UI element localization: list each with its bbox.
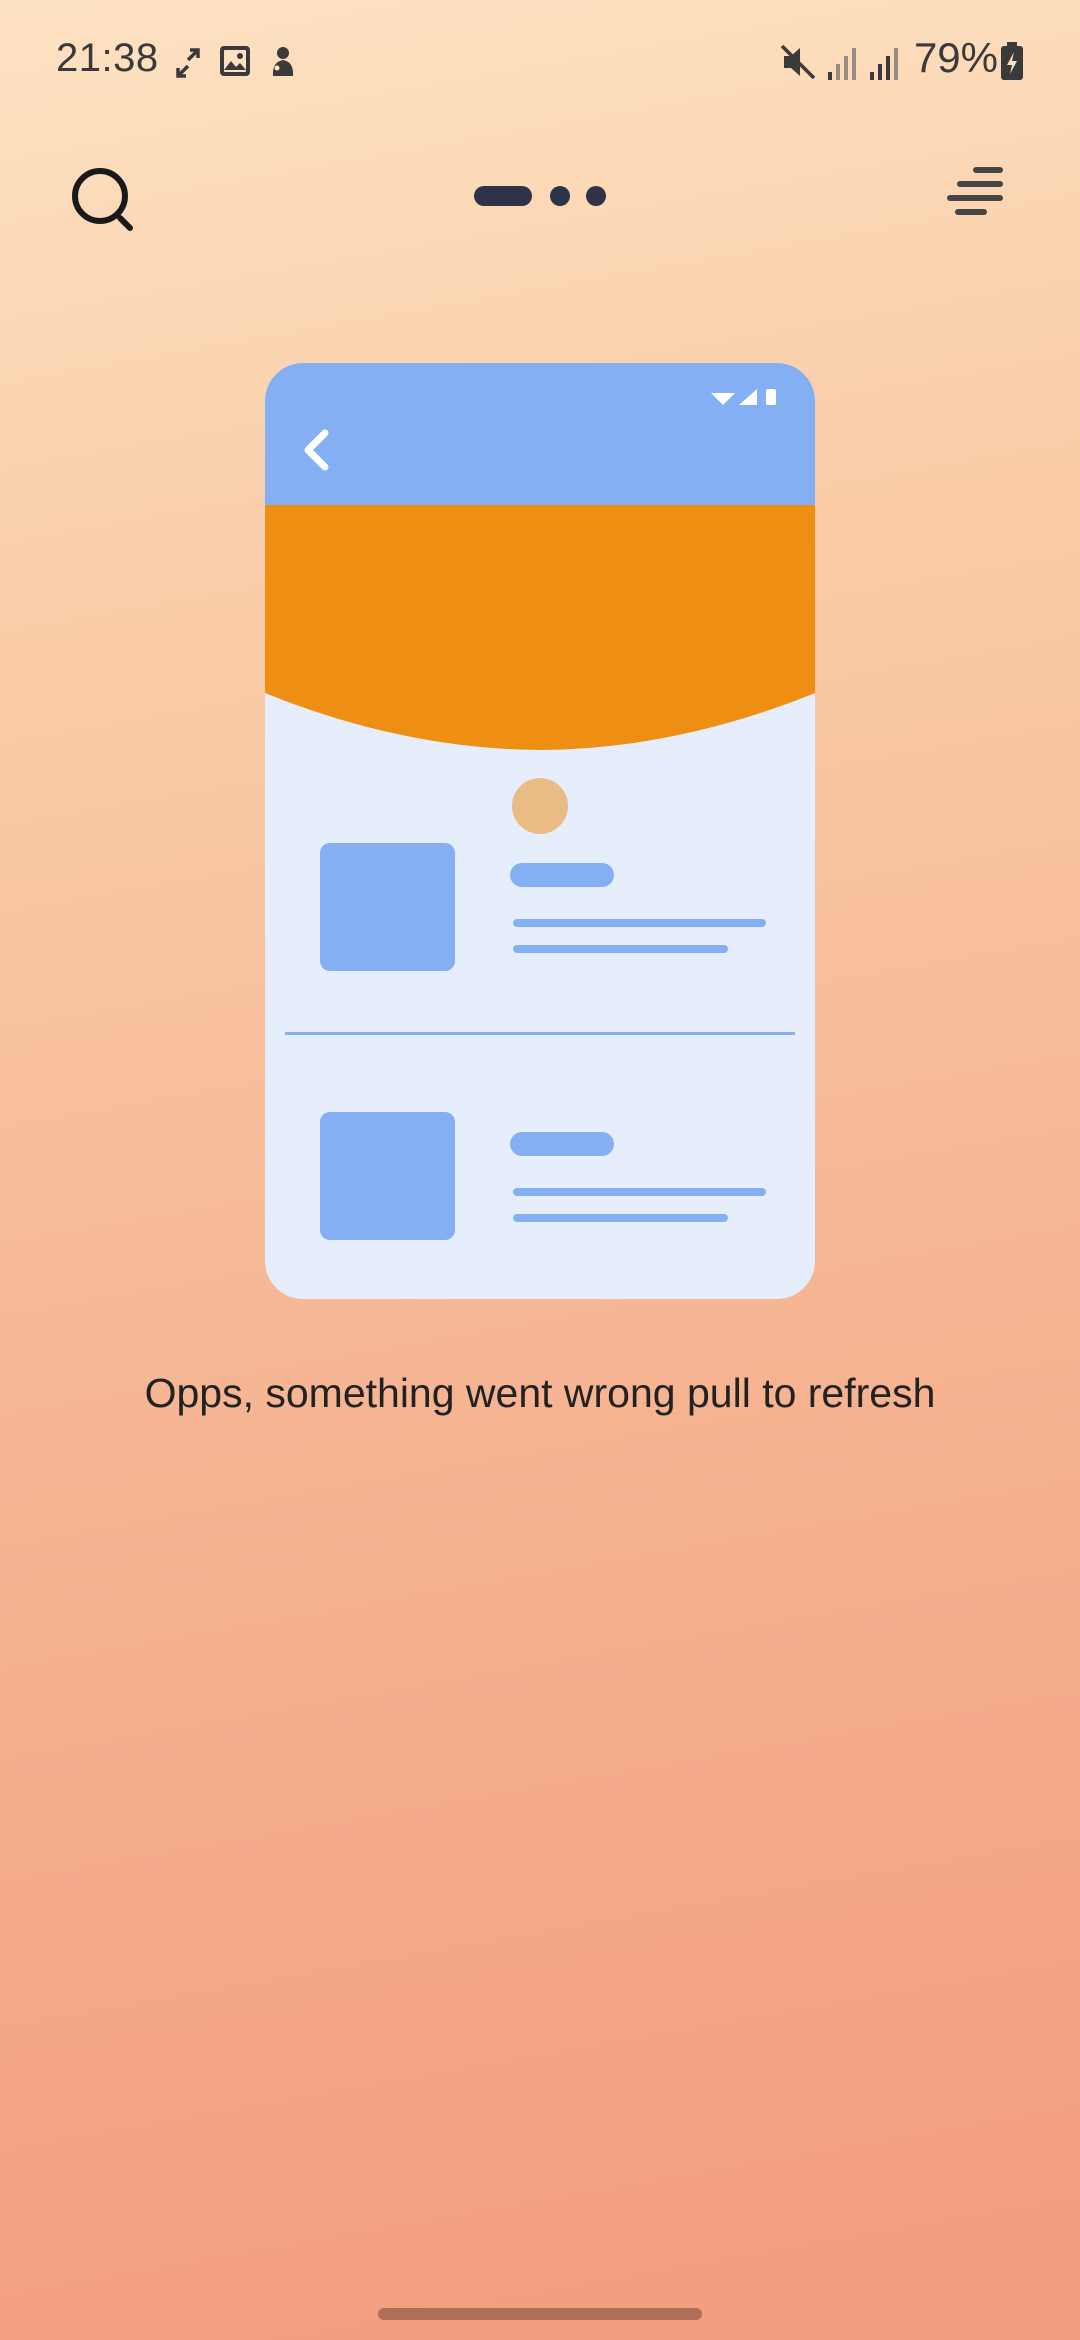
home-indicator[interactable] xyxy=(378,2308,702,2320)
signal-icon xyxy=(870,48,898,80)
battery-charging-icon xyxy=(1001,42,1023,80)
page-indicator-dot xyxy=(586,186,606,206)
top-app-bar xyxy=(0,150,1080,240)
page-indicator-active xyxy=(474,186,532,206)
illustration-line xyxy=(510,863,614,887)
illustration-line xyxy=(513,945,728,953)
illustration-divider xyxy=(285,1032,795,1035)
illustration-thumb xyxy=(320,843,455,971)
search-button[interactable] xyxy=(66,162,146,242)
menu-icon xyxy=(947,167,1003,215)
illustration-banner xyxy=(265,505,815,750)
page-indicator-dot xyxy=(550,186,570,206)
status-time: 21:38 xyxy=(56,36,159,80)
status-bar: 21:38 79% xyxy=(0,0,1080,126)
error-message: Opps, something went wrong pull to refre… xyxy=(144,1370,936,1416)
signal-icon xyxy=(828,48,856,80)
illustration-thumb xyxy=(320,1112,455,1240)
app-notification-icon xyxy=(272,47,294,76)
illustration-avatar xyxy=(512,778,568,834)
mute-icon xyxy=(780,44,816,80)
battery-percent: 79% xyxy=(913,34,998,81)
page-indicator xyxy=(474,184,614,208)
illustration-line xyxy=(510,1132,614,1156)
illustration-line xyxy=(513,919,766,927)
illustration-line xyxy=(513,1214,728,1222)
illustration-line xyxy=(513,1188,766,1196)
menu-button[interactable] xyxy=(940,160,1020,240)
expand-icon xyxy=(176,48,200,78)
illustration-header xyxy=(265,363,815,505)
error-illustration xyxy=(265,363,815,1299)
search-icon xyxy=(72,168,133,231)
gallery-icon xyxy=(220,46,250,76)
